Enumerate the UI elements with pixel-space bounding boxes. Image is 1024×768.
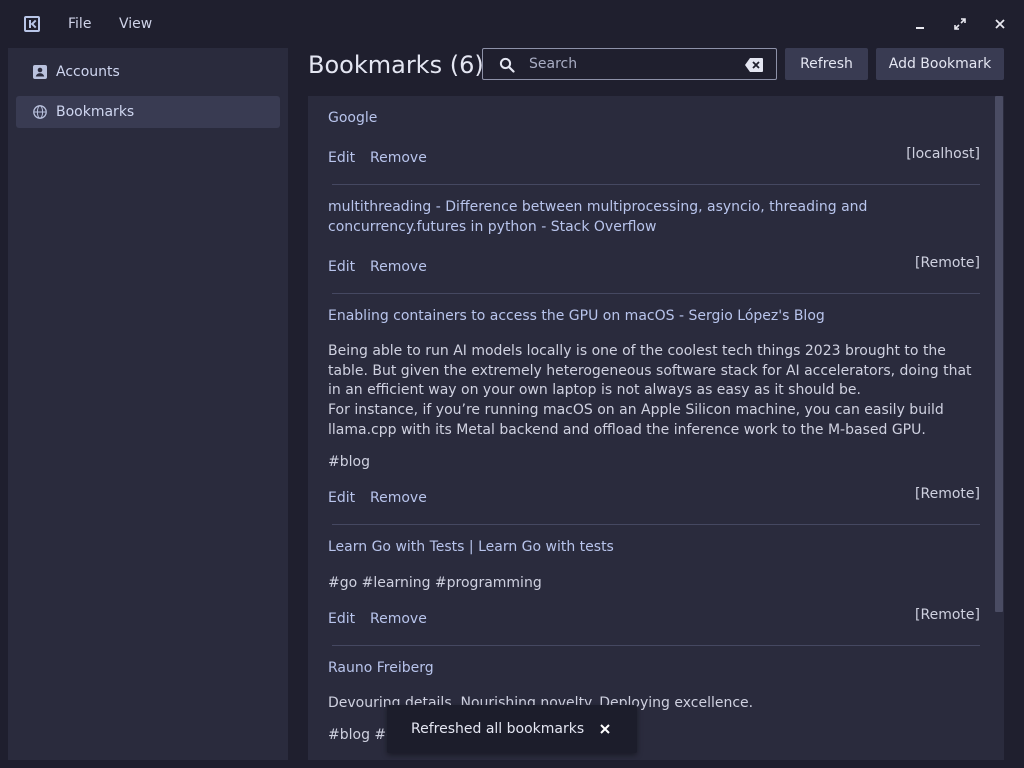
page-title: Bookmarks (6)	[308, 51, 484, 79]
maximize-icon	[954, 18, 966, 30]
refresh-button[interactable]: Refresh	[785, 48, 868, 80]
edit-link[interactable]: Edit	[328, 148, 355, 168]
scrollbar[interactable]	[994, 96, 1004, 760]
divider	[332, 645, 980, 646]
edit-link[interactable]: Edit	[328, 609, 355, 629]
snackbar-message: Refreshed all bookmarks	[411, 721, 585, 737]
bookmark-title[interactable]: Google	[328, 108, 988, 128]
divider	[332, 524, 980, 525]
remove-link[interactable]: Remove	[370, 609, 427, 629]
bookmark-source: [Remote]	[915, 255, 980, 271]
sidebar-item-accounts[interactable]: Accounts	[16, 56, 280, 88]
bookmark-list[interactable]: Google Edit Remove [localhost] multithre…	[308, 96, 1004, 760]
search-box[interactable]	[482, 48, 777, 80]
account-icon	[33, 65, 47, 79]
bookmark-source: [Remote]	[915, 607, 980, 623]
minimize-icon	[916, 27, 924, 29]
snackbar: Refreshed all bookmarks	[387, 705, 637, 753]
menu-file[interactable]: File	[68, 14, 91, 34]
maximize-button[interactable]	[950, 14, 970, 34]
minimize-button[interactable]	[910, 14, 930, 34]
remove-link[interactable]: Remove	[370, 488, 427, 508]
bookmark-tags: #go #learning #programming	[328, 575, 542, 591]
sidebar-item-label: Bookmarks	[56, 104, 135, 120]
bookmark-title[interactable]: Enabling containers to access the GPU on…	[328, 306, 988, 326]
sidebar-item-label: Accounts	[56, 64, 120, 80]
bookmark-description: Being able to run AI models locally is o…	[328, 343, 972, 399]
close-icon	[600, 724, 610, 734]
remove-link[interactable]: Remove	[370, 148, 427, 168]
close-window-button[interactable]	[990, 14, 1010, 34]
clear-input-icon[interactable]	[745, 58, 763, 72]
bookmark-title[interactable]: multithreading - Difference between mult…	[328, 197, 988, 237]
add-bookmark-button[interactable]: Add Bookmark	[876, 48, 1004, 80]
sidebar-item-bookmarks[interactable]: Bookmarks	[16, 96, 280, 128]
bookmark-description: For instance, if you’re running macOS on…	[328, 402, 944, 438]
bookmark-tags: #blog #d	[328, 727, 396, 743]
divider	[332, 293, 980, 294]
scrollbar-thumb[interactable]	[995, 96, 1003, 612]
title-bar: File View	[0, 0, 1024, 48]
edit-link[interactable]: Edit	[328, 488, 355, 508]
bookmark-source: [Remote]	[915, 486, 980, 502]
divider	[332, 184, 980, 185]
sidebar: Accounts Bookmarks	[8, 48, 288, 760]
menu-view[interactable]: View	[119, 14, 152, 34]
app-logo-icon	[24, 16, 40, 32]
search-icon	[499, 57, 515, 73]
globe-icon	[33, 105, 47, 119]
close-icon	[995, 19, 1005, 29]
remove-link[interactable]: Remove	[370, 257, 427, 277]
bookmark-tags: #blog	[328, 454, 370, 470]
bookmark-title[interactable]: Learn Go with Tests | Learn Go with test…	[328, 537, 988, 557]
bookmark-title[interactable]: Rauno Freiberg	[328, 658, 988, 678]
snackbar-close-button[interactable]	[597, 719, 613, 739]
search-input[interactable]	[529, 54, 729, 74]
bookmark-source: [localhost]	[906, 146, 980, 162]
edit-link[interactable]: Edit	[328, 257, 355, 277]
